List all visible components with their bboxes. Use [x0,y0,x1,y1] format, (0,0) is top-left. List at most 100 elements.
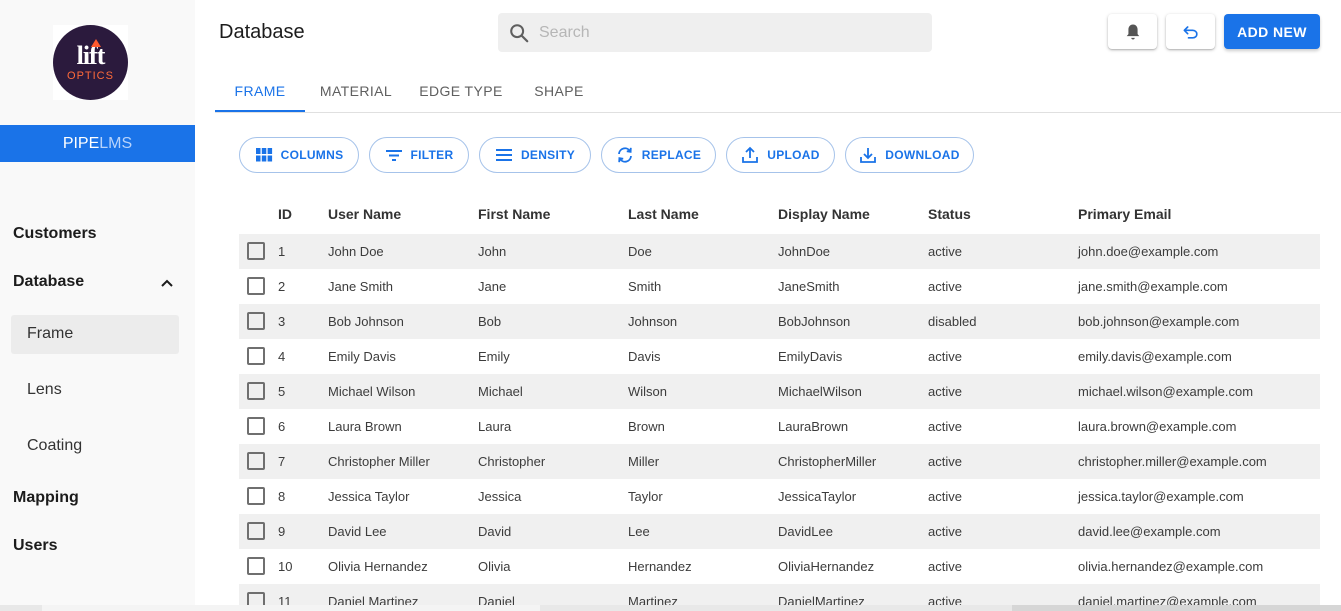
cell-status: active [928,454,962,469]
cell-first-name: Christopher [478,454,546,469]
row-checkbox[interactable] [247,277,265,295]
cell-last-name: Miller [628,454,660,469]
filter-icon [385,150,402,161]
sidebar-item-mapping[interactable]: Mapping [13,489,79,507]
sidebar-item-users[interactable]: Users [13,537,57,555]
logo[interactable]: lift OPTICS [53,25,128,100]
cell-status: active [928,384,962,399]
cell-user-name: Bob Johnson [328,314,404,329]
cell-id: 1 [278,244,286,259]
sidebar-subitem-coating[interactable]: Coating [27,437,82,455]
cell-id: 5 [278,384,286,399]
cell-display-name: ChristopherMiller [778,454,877,469]
cell-status: active [928,244,962,259]
tab-active-indicator [215,110,305,112]
cell-display-name: BobJohnson [778,314,851,329]
row-checkbox[interactable] [247,382,265,400]
table-row[interactable]: 1 John Doe John Doe JohnDoe active john.doe@ex… [239,234,1320,269]
tab-material[interactable]: MATERIAL [313,70,399,112]
cell-primary-email: david.lee@example.com [1078,524,1221,539]
search-input[interactable] [539,23,899,42]
row-checkbox[interactable] [247,312,265,330]
row-checkbox[interactable] [247,417,265,435]
sidebar-item-database[interactable]: Database [13,273,84,291]
logo-triangle-icon [91,38,102,47]
cell-status: active [928,559,962,574]
column-header-status[interactable]: Status [928,206,971,222]
cell-first-name: David [478,524,512,539]
column-header-first-name[interactable]: First Name [478,206,550,222]
filter-button[interactable]: FILTER [369,137,469,173]
cell-first-name: Bob [478,314,502,329]
cell-last-name: Hernandez [628,559,692,574]
chevron-up-icon[interactable] [160,276,174,290]
table-row[interactable]: 10 Olivia Hernandez Olivia Hernandez OliviaH… [239,549,1320,584]
notifications-button[interactable] [1108,14,1157,49]
table-row[interactable]: 9 David Lee David Lee DavidLee active david.le… [239,514,1320,549]
columns-button[interactable]: COLUMNS [239,137,359,173]
add-new-button[interactable]: ADD NEW [1224,14,1320,49]
sidebar-item-customers[interactable]: Customers [13,225,97,243]
cell-display-name: EmilyDavis [778,349,843,364]
table-row[interactable]: 7 Christopher Miller Christopher Miller Chri… [239,444,1320,479]
cell-user-name: Michael Wilson [328,384,416,399]
row-checkbox[interactable] [247,522,265,540]
cell-status: active [928,349,962,364]
cell-first-name: Laura [478,419,512,434]
sidebar-subitem-frame[interactable]: Frame [27,325,73,343]
logo-subtext: OPTICS [67,69,114,82]
table-row[interactable]: 4 Emily Davis Emily Davis EmilyDavis active em… [239,339,1320,374]
download-label: DOWNLOAD [885,148,960,162]
bell-icon [1126,24,1139,39]
cell-primary-email: john.doe@example.com [1078,244,1219,259]
replace-button[interactable]: REPLACE [601,137,716,173]
search-icon [510,23,529,42]
cell-id: 4 [278,349,286,364]
row-checkbox[interactable] [247,557,265,575]
row-checkbox[interactable] [247,242,265,260]
tab-shape[interactable]: SHAPE [525,70,593,112]
table-row[interactable]: 5 Michael Wilson Michael Wilson MichaelWilso… [239,374,1320,409]
cell-id: 3 [278,314,286,329]
cell-id: 2 [278,279,286,294]
table-row[interactable]: 3 Bob Johnson Bob Johnson BobJohnson disabled… [239,304,1320,339]
cell-user-name: John Doe [328,244,384,259]
tab-frame[interactable]: FRAME [215,70,305,112]
column-header-display-name[interactable]: Display Name [778,206,870,222]
upload-icon [742,146,759,163]
replace-label: REPLACE [641,148,702,162]
table-row[interactable]: 8 Jessica Taylor Jessica Taylor JessicaTaylo… [239,479,1320,514]
row-checkbox[interactable] [247,487,265,505]
row-checkbox[interactable] [247,347,265,365]
upload-button[interactable]: UPLOAD [726,137,835,173]
column-header-user-name[interactable]: User Name [328,206,401,222]
undo-button[interactable] [1166,14,1215,49]
cell-last-name: Johnson [628,314,678,329]
column-header-last-name[interactable]: Last Name [628,206,699,222]
upload-label: UPLOAD [767,148,820,162]
cell-status: active [928,419,962,434]
filter-label: FILTER [410,148,454,162]
cell-status: active [928,524,962,539]
cell-display-name: LauraBrown [778,419,849,434]
cell-primary-email: jane.smith@example.com [1078,279,1228,294]
cell-last-name: Brown [628,419,665,434]
scrollbar-thumb[interactable] [1012,605,1341,611]
row-checkbox[interactable] [247,452,265,470]
cell-user-name: Olivia Hernandez [328,559,428,574]
cell-first-name: Michael [478,384,523,399]
search-bar[interactable] [498,13,932,52]
logo-badge: lift OPTICS [53,25,128,100]
density-button[interactable]: DENSITY [479,137,591,173]
tab-edge-type[interactable]: EDGE TYPE [417,70,505,112]
cell-display-name: JessicaTaylor [778,489,857,504]
brand-name-part2: LMS [99,134,133,152]
table-row[interactable]: 6 Laura Brown Laura Brown LauraBrown active la… [239,409,1320,444]
app-brand-bar[interactable]: PIPE LMS [0,125,195,162]
sidebar-subitem-lens[interactable]: Lens [27,381,62,399]
download-button[interactable]: DOWNLOAD [845,137,974,173]
column-header-id[interactable]: ID [278,206,292,222]
table-row[interactable]: 2 Jane Smith Jane Smith JaneSmith active jane.… [239,269,1320,304]
horizontal-scrollbar[interactable] [0,605,1341,611]
column-header-primary-email[interactable]: Primary Email [1078,206,1171,222]
